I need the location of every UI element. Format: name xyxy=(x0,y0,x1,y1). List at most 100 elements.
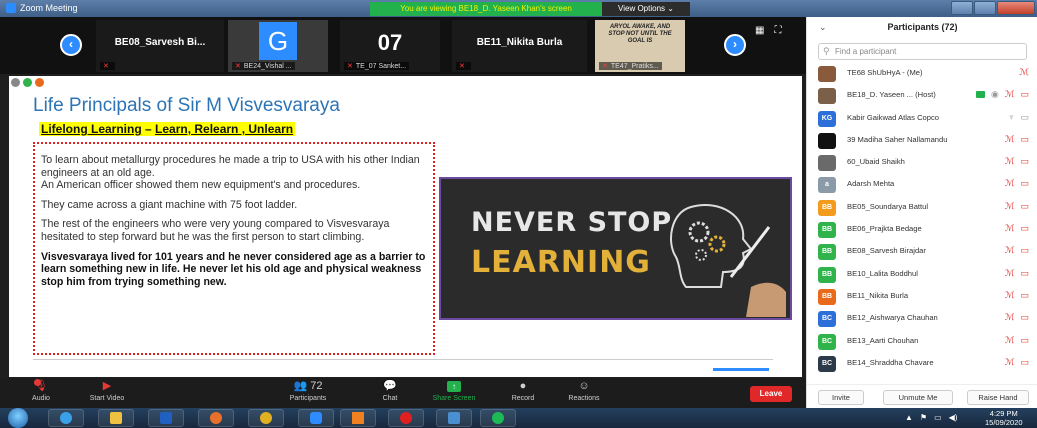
taskbar-ie-button[interactable] xyxy=(48,409,84,427)
start-button[interactable] xyxy=(8,408,28,428)
record-button[interactable]: ● Record xyxy=(508,380,538,402)
zoom-logo-icon xyxy=(6,3,16,13)
video-tile[interactable]: G ✕ BE24_Vishal ... xyxy=(228,20,328,72)
mic-muted-icon: ℳ xyxy=(1004,245,1015,256)
participant-status-icons: ℳ ▭ xyxy=(1005,223,1029,234)
participant-status-icons: ♆ ▭ xyxy=(1008,112,1029,123)
participant-name: BE10_Lalita Boddhul xyxy=(847,268,918,278)
taskbar-chrome-button[interactable] xyxy=(248,409,284,427)
participants-button[interactable]: 👥 72 Participants xyxy=(283,380,333,402)
participant-row[interactable]: 60_Ubaid Shaikh ℳ ▭ xyxy=(807,152,1037,174)
spotify-icon xyxy=(492,412,504,424)
audio-button[interactable]: 🎙 Audio xyxy=(28,379,54,402)
volume-icon[interactable]: ◀) xyxy=(949,413,958,422)
participant-row[interactable]: BC BE14_Shraddha Chavare ℳ ▭ xyxy=(807,353,1037,375)
reactions-button[interactable]: ☺ Reactions xyxy=(562,380,606,402)
avatar: BB xyxy=(818,266,836,283)
clock-time: 4:29 PM xyxy=(989,409,1018,418)
participant-row[interactable]: BB BE08_Sarvesh Birajdar ℳ ▭ xyxy=(807,241,1037,263)
window-title: Zoom Meeting xyxy=(6,3,78,13)
participant-row[interactable]: BC BE13_Aarti Chouhan ℳ ▭ xyxy=(807,331,1037,353)
participant-row[interactable]: BB BE05_Soundarya Battul ℳ ▭ xyxy=(807,197,1037,219)
video-tile[interactable]: 07 ✕ TE_07 Sanket... xyxy=(340,20,440,72)
participant-row[interactable]: 39 Madiha Saher Nallamandu ℳ ▭ xyxy=(807,130,1037,152)
tile-label: ✕ xyxy=(100,62,115,70)
gallery-view-icon[interactable]: ▦ xyxy=(755,25,764,36)
participant-row[interactable]: BB BE06_Prajkta Bedage ℳ ▭ xyxy=(807,219,1037,241)
leave-button[interactable]: Leave xyxy=(750,386,792,402)
video-off-icon: ▭ xyxy=(1020,156,1029,167)
avatar: BC xyxy=(818,355,836,372)
taskbar-explorer-button[interactable] xyxy=(98,409,134,427)
video-tile[interactable]: ARYOL AWAKE, AND STOP NOT UNTIL THE GOAL… xyxy=(595,20,685,72)
next-page-button[interactable]: › xyxy=(724,34,746,56)
folder-icon xyxy=(110,412,122,424)
mic-muted-icon: ℳ xyxy=(1004,223,1015,234)
participant-row[interactable]: a Adarsh Mehta ℳ ▭ xyxy=(807,174,1037,196)
close-button[interactable] xyxy=(997,1,1035,15)
recording-icon: ◉ xyxy=(991,89,999,100)
participant-row[interactable]: BE18_D. Yaseen ... (Host) ◉ ℳ ▭ xyxy=(807,85,1037,107)
window-controls xyxy=(951,1,1035,15)
participant-status-icons: ℳ ▭ xyxy=(1005,156,1029,167)
taskbar-firefox-button[interactable] xyxy=(198,409,234,427)
flag-icon[interactable]: ⚑ xyxy=(920,413,927,422)
tile-label: ✕ xyxy=(456,62,471,70)
mic-muted-icon: ℳ xyxy=(1004,289,1015,300)
participant-row[interactable]: TE68 ShUbHyA - (Me) ℳ xyxy=(807,63,1037,85)
participant-status-icons: ℳ ▭ xyxy=(1005,312,1029,323)
participant-row[interactable]: BB BE11_Nikita Burla ℳ ▭ xyxy=(807,286,1037,308)
network-icon[interactable]: ▭ xyxy=(934,413,942,422)
tile-label: ✕ TE47_Pratiks... xyxy=(599,62,662,70)
mic-muted-icon: ℳ xyxy=(1019,67,1029,77)
video-off-icon: ▶ xyxy=(102,380,112,392)
participant-list: TE68 ShUbHyA - (Me) ℳ BE18_D. Yaseen ... (… xyxy=(807,63,1037,375)
invite-button[interactable]: Invite xyxy=(818,390,864,405)
taskbar-app-button[interactable] xyxy=(436,409,472,427)
record-icon xyxy=(400,412,412,424)
taskbar-vlc-button[interactable] xyxy=(340,409,376,427)
raise-hand-button[interactable]: Raise Hand xyxy=(967,390,1029,405)
video-strip: ‹ BE08_Sarvesh Bi... ✕ G ✕ BE24_Vishal ..… xyxy=(0,17,806,74)
tile-name: BE11_Nikita Burla xyxy=(476,37,563,48)
tile-avatar-letter: G xyxy=(259,22,297,60)
participant-row[interactable]: BB BE10_Lalita Boddhul ℳ ▭ xyxy=(807,264,1037,286)
taskbar-media-button[interactable] xyxy=(148,409,184,427)
taskbar-spotify-button[interactable] xyxy=(480,409,516,427)
unmute-me-button[interactable]: Unmute Me xyxy=(883,390,953,405)
minimize-button[interactable] xyxy=(951,1,973,15)
start-video-button[interactable]: ▶ Start Video xyxy=(84,380,130,402)
taskbar-recorder-button[interactable] xyxy=(388,409,424,427)
participant-name: 39 Madiha Saher Nallamandu xyxy=(847,134,948,144)
slide-paragraph-bold: Visvesvaraya lived for 101 years and he … xyxy=(41,250,426,288)
video-tile[interactable]: BE11_Nikita Burla ✕ xyxy=(452,20,587,72)
share-screen-button[interactable]: ↑ Share Screen xyxy=(428,380,480,402)
participant-search-input[interactable]: ⚲ Find a participant xyxy=(818,43,1027,60)
chat-button[interactable]: 💬 Chat xyxy=(378,380,402,402)
slide-status-icons xyxy=(11,78,44,87)
tray-arrow-icon[interactable]: ▲ xyxy=(905,413,913,422)
participant-status-icons: ℳ ▭ xyxy=(1005,268,1029,279)
prev-page-button[interactable]: ‹ xyxy=(60,34,82,56)
avatar xyxy=(818,88,836,105)
avatar: BC xyxy=(818,333,836,350)
participants-title: Participants (72) xyxy=(887,22,958,32)
mic-muted-icon: ✕ xyxy=(103,63,109,70)
participant-row[interactable]: KG Kabir Gaikwad Atlas Copco ♆ ▭ xyxy=(807,108,1037,130)
maximize-button[interactable] xyxy=(974,1,996,15)
participant-status-icons: ℳ ▭ xyxy=(1005,201,1029,212)
participant-status-icons: ℳ xyxy=(1019,67,1029,78)
view-options-button[interactable]: View Options ⌄ xyxy=(602,2,690,16)
collapse-chevron-icon[interactable]: ⌄ xyxy=(819,17,827,38)
vlc-icon xyxy=(352,412,364,424)
participant-status-icons: ℳ ▭ xyxy=(1005,178,1029,189)
participant-row[interactable]: BC BE12_Aishwarya Chauhan ℳ ▭ xyxy=(807,308,1037,330)
chat-icon: 💬 xyxy=(383,380,397,392)
fullscreen-icon[interactable]: ⛶ xyxy=(774,25,781,36)
mic-muted-icon: ℳ xyxy=(1004,178,1015,189)
window-title-text: Zoom Meeting xyxy=(20,3,78,13)
participant-name: TE68 ShUbHyA - (Me) xyxy=(847,68,923,77)
video-tile[interactable]: BE08_Sarvesh Bi... ✕ xyxy=(96,20,224,72)
taskbar-zoom-button[interactable] xyxy=(298,409,334,427)
taskbar-clock[interactable]: 4:29 PM 15/09/2020 xyxy=(985,409,1023,427)
